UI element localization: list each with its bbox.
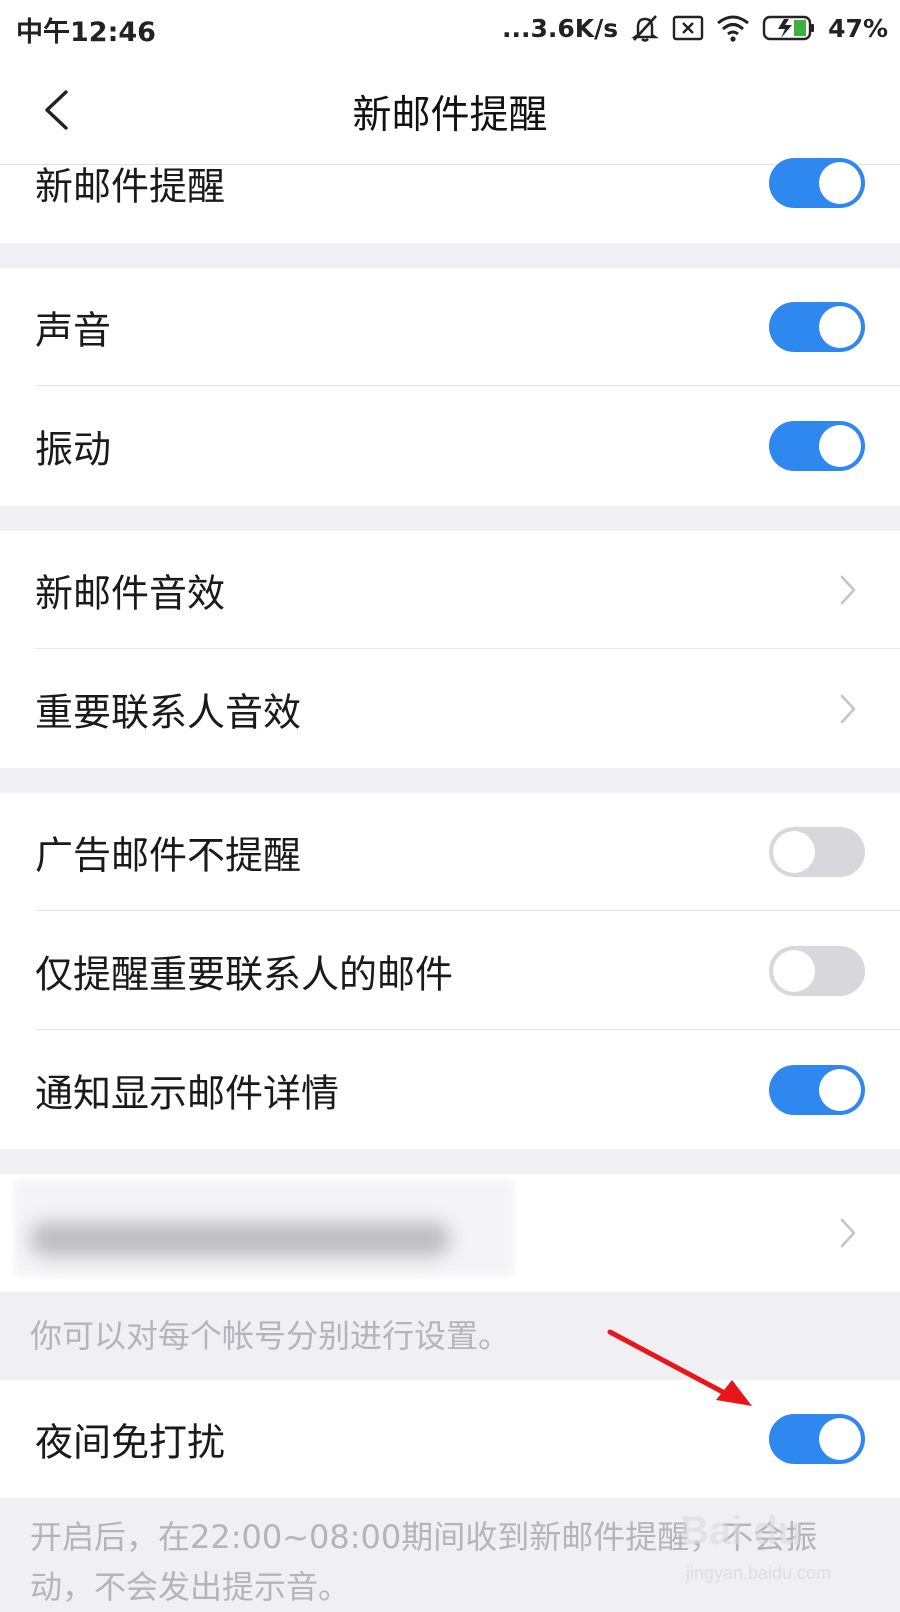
toggle-knob: [819, 1418, 861, 1460]
baidu-watermark: Bai du jingyan.baidu.com: [680, 1505, 890, 1590]
toggle-knob: [773, 950, 815, 992]
row-label: 振动: [35, 427, 112, 472]
divider: [35, 385, 900, 386]
row-only-important-contacts: 仅提醒重要联系人的邮件: [0, 912, 900, 1030]
bell-off-icon: [630, 13, 660, 43]
network-speed: ...3.6K/s: [501, 13, 619, 43]
sim-x-icon: [672, 15, 704, 41]
only-important-contacts-toggle[interactable]: [769, 946, 865, 996]
row-label: 通知显示邮件详情: [35, 1071, 340, 1116]
row-new-mail-alert: 新邮件提醒: [0, 124, 900, 242]
row-vibrate: 振动: [0, 387, 900, 505]
row-label: 广告邮件不提醒: [35, 833, 302, 878]
toggle-knob: [773, 831, 815, 873]
chevron-right-icon: [840, 1218, 856, 1248]
status-bar: 中午12:46 ...3.6K/s 47%: [0, 0, 900, 56]
chevron-right-icon: [840, 575, 856, 605]
row-label: 声音: [35, 308, 112, 353]
status-time: 中午12:46: [16, 17, 156, 48]
group-sound-vibrate: 声音 振动: [0, 268, 900, 506]
group-new-mail-alert: 新邮件提醒: [0, 158, 900, 243]
row-new-mail-sound[interactable]: 新邮件音效: [0, 531, 900, 649]
row-no-ad-mail-alert: 广告邮件不提醒: [0, 793, 900, 911]
watermark-brand: Bai du: [680, 1509, 803, 1553]
toggle-knob: [819, 1069, 861, 1111]
show-mail-details-toggle[interactable]: [769, 1065, 865, 1115]
row-label: 夜间免打扰: [35, 1420, 226, 1465]
row-label: 新邮件音效: [35, 571, 226, 616]
blurred-account-address: [30, 1222, 450, 1256]
group-night-dnd: 夜间免打扰: [0, 1380, 900, 1498]
status-icons: ...3.6K/s 47%: [502, 8, 888, 48]
sound-toggle[interactable]: [769, 302, 865, 352]
toggle-knob: [819, 425, 861, 467]
per-account-hint: 你可以对每个帐号分别进行设置。: [30, 1317, 511, 1355]
battery-percent: 47%: [828, 13, 888, 43]
divider: [35, 1029, 900, 1030]
row-night-dnd: 夜间免打扰: [0, 1380, 900, 1498]
row-show-mail-details: 通知显示邮件详情: [0, 1031, 900, 1149]
toggle-knob: [819, 306, 861, 348]
night-dnd-toggle[interactable]: [769, 1414, 865, 1464]
group-filters: 广告邮件不提醒 仅提醒重要联系人的邮件 通知显示邮件详情: [0, 793, 900, 1149]
no-ad-mail-alert-toggle[interactable]: [769, 827, 865, 877]
row-label: 重要联系人音效: [35, 690, 302, 735]
vibrate-toggle[interactable]: [769, 421, 865, 471]
divider: [35, 910, 900, 911]
new-mail-alert-toggle[interactable]: [769, 158, 865, 208]
group-account: [0, 1174, 900, 1292]
wifi-icon: [716, 14, 750, 42]
chevron-right-icon: [840, 694, 856, 724]
row-account[interactable]: [0, 1174, 900, 1292]
row-label: 新邮件提醒: [35, 164, 226, 209]
row-important-contact-sound[interactable]: 重要联系人音效: [0, 650, 900, 768]
toggle-knob: [819, 162, 861, 204]
divider: [35, 648, 900, 649]
row-sound: 声音: [0, 268, 900, 386]
watermark-site: jingyan.baidu.com: [686, 1563, 832, 1583]
group-sound-effects: 新邮件音效 重要联系人音效: [0, 531, 900, 768]
annotation-arrow-icon: [607, 1329, 752, 1406]
row-label: 仅提醒重要联系人的邮件: [35, 952, 454, 997]
battery-charging-icon: [762, 14, 816, 42]
